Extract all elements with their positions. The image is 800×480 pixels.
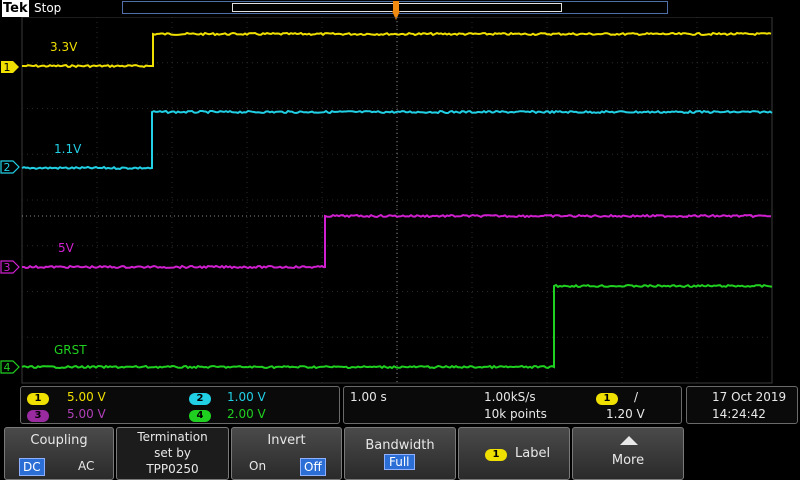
channel-3-marker-icon[interactable]: 3 (0, 260, 20, 274)
termination-line1: Termination (137, 430, 208, 444)
datetime-readout[interactable]: 17 Oct 2019 14:24:42 (686, 386, 798, 424)
record-length: 10k points (484, 407, 547, 421)
bottom-menu: Coupling DC AC Termination set by TPP025… (0, 427, 800, 480)
coupling-ac-option[interactable]: AC (75, 458, 97, 474)
ch4-scale: 2.00 V (227, 407, 266, 421)
acquisition-readout[interactable]: 1.00 s 1.00kS/s 10k points 1 / 1.20 V (343, 386, 682, 424)
scope-header: Tek Stop (0, 0, 800, 20)
coupling-dc-option[interactable]: DC (19, 458, 45, 476)
termination-line3: TPP0250 (146, 462, 199, 476)
bandwidth-title: Bandwidth (365, 438, 435, 453)
ch2-scale-badge: 2 (189, 390, 211, 405)
invert-button[interactable]: Invert On Off (231, 427, 342, 480)
label-channel-badge: 1 (485, 446, 507, 461)
status-row: 1 5.00 V 2 1.00 V 3 5.00 V 4 2.00 V 1.00… (0, 386, 800, 426)
chevron-up-icon (620, 436, 638, 445)
timebase-scale: 1.00 s (350, 390, 387, 404)
channel-2-marker-icon[interactable]: 2 (0, 160, 20, 174)
svg-text:2: 2 (4, 161, 11, 174)
more-button[interactable]: More (572, 427, 684, 480)
channel-1-label: 3.3V (50, 40, 78, 54)
channel-4-label: GRST (54, 343, 87, 357)
ch1-scale-badge: 1 (27, 390, 49, 405)
svg-text:1: 1 (4, 61, 11, 74)
termination-info: Termination set by TPP0250 (116, 427, 229, 480)
ch4-scale-badge: 4 (189, 407, 211, 422)
svg-text:3: 3 (4, 261, 11, 274)
bandwidth-button[interactable]: Bandwidth Full (344, 427, 456, 480)
channel-1-marker-icon[interactable]: 1 (0, 60, 20, 74)
bandwidth-value: Full (384, 454, 415, 470)
label-button[interactable]: 1 Label (458, 427, 570, 480)
ch2-scale: 1.00 V (227, 390, 266, 404)
coupling-title: Coupling (30, 433, 88, 448)
ch1-scale: 5.00 V (67, 390, 106, 404)
brand-logo: Tek (2, 0, 29, 17)
trigger-source-badge: 1 (596, 390, 618, 405)
ch3-scale-badge: 3 (27, 407, 49, 422)
acquisition-state: Stop (34, 1, 62, 15)
channel-scale-readout[interactable]: 1 5.00 V 2 1.00 V 3 5.00 V 4 2.00 V (20, 386, 340, 424)
svg-text:4: 4 (4, 361, 11, 374)
trigger-slope-icon: / (634, 390, 639, 404)
channel-2-waveform (21, 109, 773, 170)
waveform-display[interactable] (0, 17, 800, 385)
more-text: More (611, 453, 645, 468)
coupling-button[interactable]: Coupling DC AC (4, 427, 114, 480)
invert-title: Invert (267, 433, 306, 448)
channel-3-label: 5V (58, 241, 74, 255)
channel-2-label: 1.1V (54, 142, 82, 156)
termination-line2: set by (154, 446, 191, 460)
time: 14:24:42 (712, 407, 766, 421)
channel-4-marker-icon[interactable]: 4 (0, 360, 20, 374)
invert-on-option[interactable]: On (246, 458, 269, 474)
label-text: Label (515, 446, 551, 461)
date: 17 Oct 2019 (712, 390, 787, 404)
sample-rate: 1.00kS/s (484, 390, 536, 404)
invert-off-option[interactable]: Off (300, 458, 326, 476)
graticule-grid (21, 17, 773, 384)
ch3-scale: 5.00 V (67, 407, 106, 421)
trigger-level: 1.20 V (606, 407, 645, 421)
